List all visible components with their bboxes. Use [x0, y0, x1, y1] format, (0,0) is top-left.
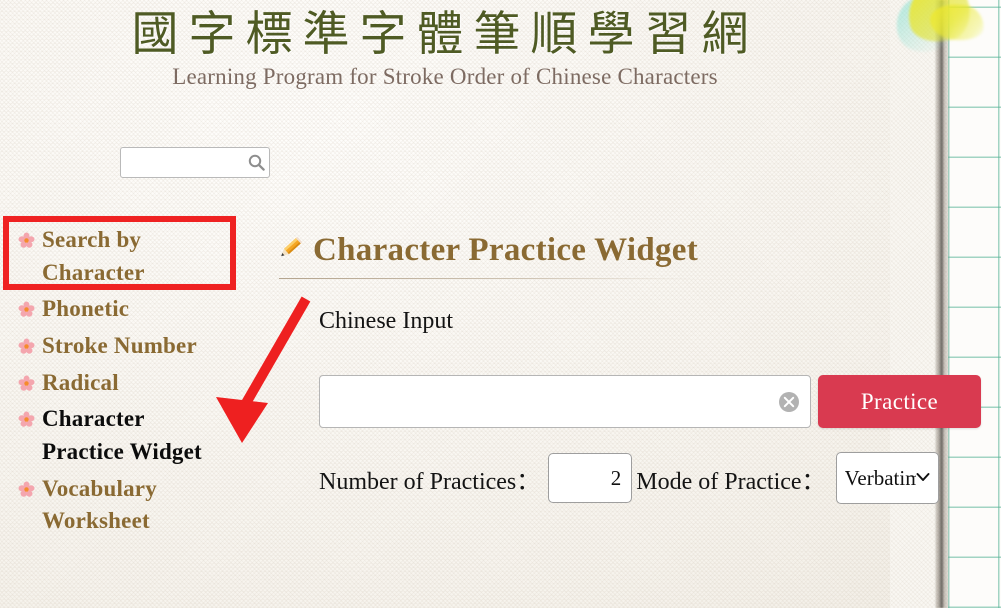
sidebar-item-character-practice-widget[interactable]: Character Practice Widget — [0, 401, 250, 470]
grid-paper-decoration — [948, 0, 1001, 608]
app-page: 國字標準字體筆順學習網 Learning Program for Stroke … — [0, 0, 1001, 608]
practice-controls-row: Number of Practices： Mode of Practice： V… — [319, 452, 939, 504]
site-header: 國字標準字體筆順學習網 Learning Program for Stroke … — [0, 0, 890, 90]
number-of-practices-input[interactable] — [548, 453, 633, 503]
clear-circle-x-icon[interactable] — [778, 391, 800, 413]
page-title-text: Character Practice Widget — [313, 232, 699, 268]
sidebar-item-label: Character Practice Widget — [42, 406, 202, 464]
chinese-input-label: Chinese Input — [319, 308, 453, 334]
decor-paper-panel — [890, 0, 936, 608]
right-decoration-strip — [890, 0, 1001, 608]
sidebar-item-label: Stroke Number — [42, 332, 197, 358]
search-input[interactable] — [121, 148, 243, 177]
notebook-spine-decoration — [935, 0, 949, 608]
flower-bullet-icon — [18, 338, 35, 360]
mode-of-practice-select-wrapper: Verbatim — [835, 452, 939, 504]
mode-of-practice-label: Mode of Practice： — [636, 468, 826, 495]
chinese-input-box[interactable] — [319, 375, 811, 428]
sidebar-item-search-by-character[interactable]: Search by Character — [0, 222, 250, 291]
page-title: Character Practice Widget — [275, 232, 705, 269]
flower-bullet-icon — [18, 301, 35, 323]
flower-bullet-icon — [18, 411, 35, 433]
sidebar-item-stroke-number[interactable]: Stroke Number — [0, 328, 250, 365]
search-icon[interactable] — [243, 148, 269, 177]
site-title-english: Learning Program for Stroke Order of Chi… — [172, 64, 718, 90]
flower-bullet-icon — [18, 481, 35, 503]
chinese-input[interactable] — [320, 376, 810, 427]
sidebar-item-label: Search by Character — [42, 227, 145, 285]
pencil-icon — [275, 233, 305, 268]
sidebar-item-label: Vocabulary Worksheet — [42, 475, 157, 534]
flower-bullet-icon — [18, 375, 35, 397]
search-box[interactable] — [120, 147, 270, 178]
number-of-practices-label: Number of Practices： — [319, 468, 541, 495]
sidebar-item-phonetic[interactable]: Phonetic — [0, 291, 250, 328]
heading-underline — [279, 278, 697, 279]
sidebar-item-vocabulary-worksheet[interactable]: Vocabulary Worksheet — [0, 471, 250, 540]
mode-of-practice-select[interactable]: Verbatim — [835, 452, 939, 504]
sidebar-navigation: Search by Character Phonetic Stroke Numb… — [0, 222, 250, 540]
practice-button[interactable]: Practice — [818, 375, 981, 428]
chinese-input-row: Practice — [319, 375, 981, 428]
sidebar-item-label: Radical — [42, 369, 119, 395]
site-title-chinese: 國字標準字體筆順學習網 — [131, 7, 759, 62]
sidebar-item-label: Phonetic — [42, 296, 130, 322]
flower-bullet-icon — [18, 232, 35, 254]
sidebar-item-radical[interactable]: Radical — [0, 365, 250, 402]
